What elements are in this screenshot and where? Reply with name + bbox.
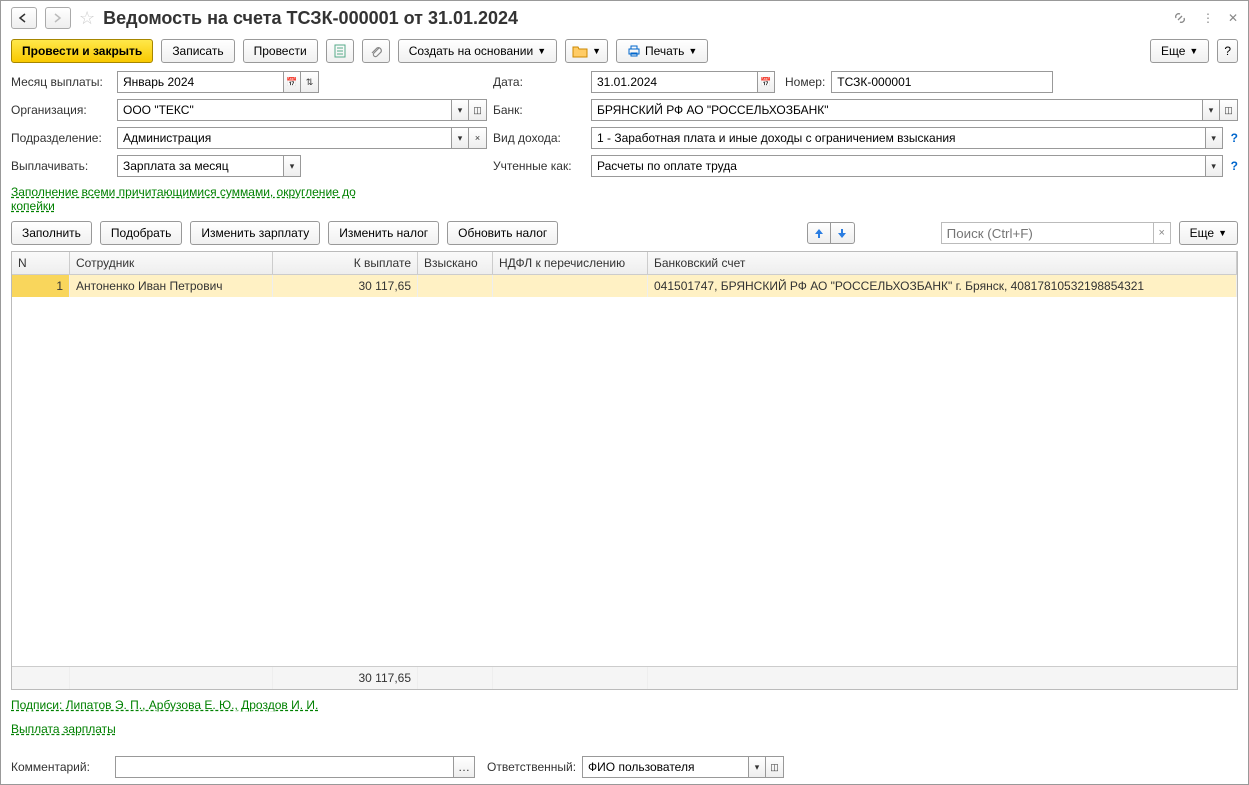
cell-topay: 30 117,65 [273,275,418,297]
payout-link[interactable]: Выплата зарплаты [11,720,116,738]
caret-down-icon: ▼ [1189,46,1198,56]
dropdown-icon[interactable]: ▾ [1202,99,1220,121]
change-salary-button[interactable]: Изменить зарплату [190,221,320,245]
arrow-up-icon [813,227,825,239]
dropdown-icon[interactable]: ▾ [748,756,766,778]
th-ndfl[interactable]: НДФЛ к перечислению [493,252,648,274]
dropdown-icon[interactable]: ▾ [283,155,301,177]
change-tax-button[interactable]: Изменить налог [328,221,439,245]
month-label: Месяц выплаты: [11,75,111,89]
income-label: Вид дохода: [493,131,585,145]
open-icon[interactable]: ◫ [469,99,487,121]
open-icon[interactable]: ◫ [766,756,784,778]
caret-down-icon: ▼ [537,46,546,56]
document-icon-button[interactable] [326,39,354,63]
create-based-on-button[interactable]: Создать на основании▼ [398,39,557,63]
table-row[interactable]: 1 Антоненко Иван Петрович 30 117,65 0415… [12,275,1237,297]
folder-icon-button[interactable]: ▼ [565,39,608,63]
nav-back-button[interactable] [11,7,37,29]
cell-n: 1 [12,275,70,297]
open-icon[interactable]: ◫ [1220,99,1238,121]
fill-button[interactable]: Заполнить [11,221,92,245]
help-button[interactable]: ? [1217,39,1238,63]
kebab-menu-icon[interactable]: ⋮ [1202,11,1214,25]
dept-label: Подразделение: [11,131,111,145]
th-topay[interactable]: К выплате [273,252,418,274]
account-label: Учтенные как: [493,159,585,173]
move-up-button[interactable] [807,222,831,244]
date-input[interactable] [591,71,757,93]
table-header: N Сотрудник К выплате Взыскано НДФЛ к пе… [12,252,1237,275]
month-input[interactable] [117,71,283,93]
help-icon[interactable]: ? [1231,131,1238,145]
dropdown-icon[interactable]: ▾ [1205,127,1223,149]
more-button[interactable]: Еще▼ [1150,39,1209,63]
arrow-right-icon [52,13,64,23]
th-n[interactable]: N [12,252,70,274]
fill-mode-link[interactable]: Заполнение всеми причитающимися суммами,… [11,183,391,215]
number-label: Номер: [785,75,825,89]
cell-ndfl [493,275,648,297]
th-account[interactable]: Банковский счет [648,252,1237,274]
bank-input[interactable] [591,99,1202,121]
responsible-input[interactable] [582,756,748,778]
paperclip-icon [369,44,383,58]
close-icon[interactable]: ✕ [1228,11,1238,25]
dropdown-icon[interactable]: ▾ [451,127,469,149]
account-input[interactable] [591,155,1205,177]
arrow-down-icon [836,227,848,239]
help-icon[interactable]: ? [1231,159,1238,173]
print-button[interactable]: Печать▼ [616,39,708,63]
table-more-button[interactable]: Еще▼ [1179,221,1238,245]
favorite-star-icon[interactable]: ☆ [79,8,95,29]
link-icon[interactable] [1172,10,1188,26]
page-title: Ведомость на счета ТСЗК-000001 от 31.01.… [103,8,1164,29]
clear-icon[interactable]: × [469,127,487,149]
arrow-left-icon [18,13,30,23]
signatures-link[interactable]: Подписи: Липатов Э. П., Арбузова Е. Ю., … [11,696,318,714]
pick-button[interactable]: Подобрать [100,221,182,245]
footer-total: 30 117,65 [273,667,418,689]
org-label: Организация: [11,103,111,117]
cell-withheld [418,275,493,297]
document-icon [333,44,347,58]
th-withheld[interactable]: Взыскано [418,252,493,274]
printer-icon [627,45,641,57]
search-clear-icon[interactable]: × [1153,222,1171,244]
search-input[interactable] [941,222,1153,244]
income-input[interactable] [591,127,1205,149]
move-down-button[interactable] [831,222,855,244]
calendar-icon[interactable]: 📅 [283,71,301,93]
table-footer: 30 117,65 [12,666,1237,689]
comment-input[interactable] [115,756,453,778]
bank-label: Банк: [493,103,585,117]
dept-input[interactable] [117,127,451,149]
nav-forward-button[interactable] [45,7,71,29]
caret-down-icon: ▼ [688,46,697,56]
th-employee[interactable]: Сотрудник [70,252,273,274]
cell-account: 041501747, БРЯНСКИЙ РФ АО "РОССЕЛЬХОЗБАН… [648,275,1237,297]
number-input[interactable] [831,71,1053,93]
folder-icon [572,44,588,58]
caret-down-icon: ▼ [1218,228,1227,238]
org-input[interactable] [117,99,451,121]
attachment-button[interactable] [362,39,390,63]
comment-label: Комментарий: [11,760,109,774]
post-button[interactable]: Провести [243,39,318,63]
pay-label: Выплачивать: [11,159,111,173]
stepper-icon[interactable]: ⇅ [301,71,319,93]
calendar-icon[interactable]: 📅 [757,71,775,93]
caret-down-icon: ▼ [592,46,601,56]
update-tax-button[interactable]: Обновить налог [447,221,558,245]
dropdown-icon[interactable]: ▾ [1205,155,1223,177]
pay-input[interactable] [117,155,283,177]
responsible-label: Ответственный: [487,760,576,774]
ellipsis-icon[interactable]: … [453,756,475,778]
date-label: Дата: [493,75,585,89]
dropdown-icon[interactable]: ▾ [451,99,469,121]
write-button[interactable]: Записать [161,39,234,63]
cell-employee: Антоненко Иван Петрович [70,275,273,297]
post-and-close-button[interactable]: Провести и закрыть [11,39,153,63]
